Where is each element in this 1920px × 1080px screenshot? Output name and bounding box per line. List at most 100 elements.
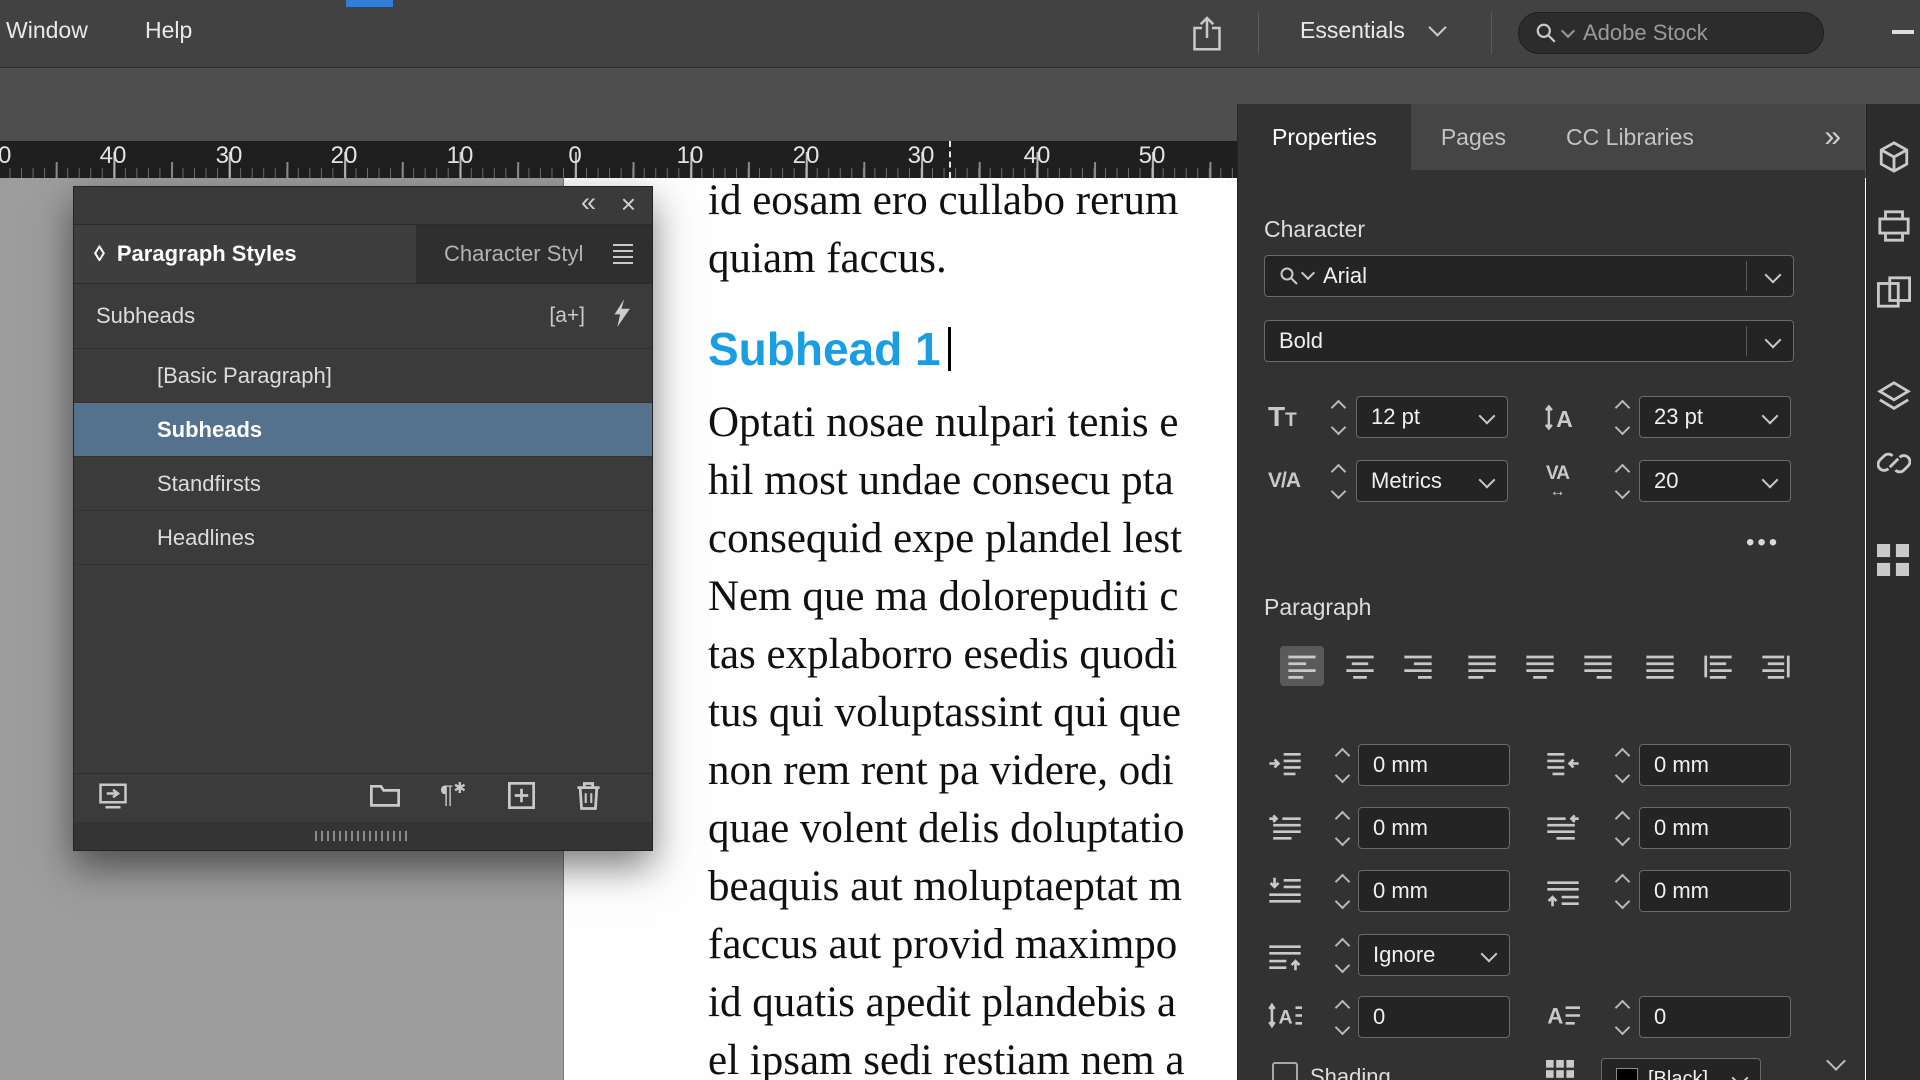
publish-icon[interactable] [1877, 140, 1911, 179]
font-size-stepper[interactable] [1326, 396, 1350, 438]
drop-cap-lines-stepper[interactable] [1330, 996, 1354, 1038]
leading-field[interactable]: 23 pt [1639, 396, 1791, 438]
space-same-style-icon [1268, 940, 1302, 972]
subhead-text[interactable]: Subhead 1 [708, 320, 1185, 378]
shading-color-select[interactable]: [Black] [1601, 1058, 1761, 1080]
drop-cap-characters-stepper[interactable] [1610, 996, 1634, 1038]
ruler-label: 10 [677, 142, 704, 170]
font-family-select[interactable]: Arial [1264, 255, 1794, 297]
swatches-panel-icon[interactable] [1877, 544, 1909, 581]
clear-overrides-icon[interactable]: ¶✱ [440, 779, 466, 810]
space-after-field[interactable]: 0 mm [1639, 870, 1791, 912]
first-line-indent-stepper[interactable] [1330, 807, 1354, 849]
tab-properties[interactable]: Properties [1238, 104, 1411, 170]
style-row-basic-paragraph[interactable]: [Basic Paragraph] [74, 349, 652, 403]
align-away-spine-button[interactable] [1754, 646, 1798, 686]
menu-help[interactable]: Help [145, 17, 192, 44]
horizontal-ruler[interactable]: 50 40 30 20 10 0 10 20 30 40 50 [0, 141, 1237, 178]
adobe-stock-search-input[interactable]: Adobe Stock [1518, 12, 1824, 54]
right-indent-stepper[interactable] [1610, 744, 1634, 786]
lightning-icon[interactable] [613, 299, 630, 333]
left-indent-stepper[interactable] [1330, 744, 1354, 786]
tab-paragraph-styles[interactable]: ◊ Paragraph Styles [74, 225, 416, 283]
workspace-switcher[interactable]: Essentials [1300, 17, 1444, 44]
more-panels-icon[interactable]: » [1824, 104, 1865, 170]
share-icon[interactable] [1192, 14, 1222, 58]
minimize-icon[interactable] [1892, 30, 1914, 34]
body-line: tas explaborro esedis quodi [708, 626, 1185, 684]
last-line-indent-stepper[interactable] [1610, 807, 1634, 849]
black-swatch [1616, 1068, 1638, 1080]
body-line: consequid expe plandel lest [708, 510, 1185, 568]
tracking-stepper[interactable] [1610, 460, 1634, 502]
style-row-headlines[interactable]: Headlines [74, 511, 652, 565]
space-before-field[interactable]: 0 mm [1358, 870, 1510, 912]
space-after-stepper[interactable] [1610, 870, 1634, 912]
scroll-down-icon[interactable] [1826, 1051, 1846, 1071]
body-line: el ipsam sedi restiam nem a [708, 1032, 1185, 1080]
ruler-label: 40 [1024, 142, 1051, 170]
left-indent-field[interactable]: 0 mm [1358, 744, 1510, 786]
tab-cc-libraries[interactable]: CC Libraries [1536, 104, 1724, 170]
create-new-style-icon[interactable] [508, 782, 535, 815]
first-line-indent-icon [1268, 813, 1302, 845]
document-text[interactable]: id eosam ero cullabo rerum quiam faccus.… [708, 172, 1185, 1080]
style-row-subheads[interactable]: Subheads [74, 403, 652, 457]
last-line-indent-icon [1546, 813, 1580, 845]
justify-last-center-button[interactable] [1518, 646, 1562, 686]
panel-resize-strip[interactable] [74, 822, 652, 850]
justify-last-right-button[interactable] [1576, 646, 1620, 686]
shading-checkbox[interactable] [1272, 1062, 1298, 1080]
body-line: tus qui voluptassint qui que [708, 684, 1185, 742]
chevron-down-icon [1765, 267, 1782, 284]
font-style-select[interactable]: Bold [1264, 320, 1794, 362]
space-same-style-stepper[interactable] [1330, 934, 1354, 976]
tracking-field[interactable]: 20 [1639, 460, 1791, 502]
first-line-indent-field[interactable]: 0 mm [1358, 807, 1510, 849]
layers-panel-icon[interactable] [1877, 380, 1911, 419]
tab-pages[interactable]: Pages [1411, 104, 1536, 170]
kerning-field[interactable]: Metrics [1356, 460, 1508, 502]
pages-panel-icon[interactable] [1877, 276, 1911, 313]
justify-last-left-button[interactable] [1460, 646, 1504, 686]
kerning-stepper[interactable] [1326, 460, 1350, 502]
style-row-standfirsts[interactable]: Standfirsts [74, 457, 652, 511]
panel-toolbar: ¶✱ [74, 773, 652, 822]
delete-style-icon[interactable] [576, 782, 601, 816]
drop-cap-characters-field[interactable]: 0 [1639, 996, 1791, 1038]
body-text: Optati nosae nulpari tenis e hil most un… [708, 394, 1185, 1080]
panel-menu-icon[interactable] [594, 225, 652, 283]
font-size-field[interactable]: 12 pt [1356, 396, 1508, 438]
more-options-icon[interactable]: ••• [1746, 529, 1780, 557]
align-left-button[interactable] [1280, 646, 1324, 686]
justify-all-button[interactable] [1638, 646, 1682, 686]
drag-handle[interactable] [315, 831, 411, 841]
menu-window[interactable]: Window [6, 17, 88, 44]
svg-text:A: A [1278, 1006, 1292, 1028]
align-right-button[interactable] [1396, 646, 1440, 686]
last-line-indent-field[interactable]: 0 mm [1639, 807, 1791, 849]
search-icon [1535, 22, 1557, 44]
space-same-style-select[interactable]: Ignore [1358, 934, 1510, 976]
chevron-down-icon [1481, 946, 1498, 963]
drop-cap-lines-field[interactable]: 0 [1358, 996, 1510, 1038]
kerning-icon: V/A [1268, 460, 1300, 502]
body-line: Nem que ma dolorepuditi c [708, 568, 1185, 626]
close-icon[interactable]: × [621, 189, 636, 220]
add-style-icon[interactable]: [a+] [549, 304, 585, 328]
align-towards-spine-button[interactable] [1696, 646, 1740, 686]
tab-character-styles[interactable]: Character Styl [416, 225, 594, 283]
links-panel-icon[interactable] [1877, 446, 1911, 485]
style-group-icon[interactable] [98, 782, 128, 816]
printer-icon[interactable] [1877, 210, 1911, 247]
indesign-window: id eosam ero cullabo rerum quiam faccus.… [0, 0, 1920, 1080]
align-center-button[interactable] [1338, 646, 1382, 686]
space-before-stepper[interactable] [1330, 870, 1354, 912]
paragraph-line: quiam faccus. [708, 230, 1185, 288]
panel-titlebar[interactable]: « × [74, 187, 652, 225]
leading-stepper[interactable] [1610, 396, 1634, 438]
folder-icon[interactable] [370, 782, 400, 813]
ruler-label: 20 [793, 142, 820, 170]
collapse-panel-icon[interactable]: « [581, 187, 596, 218]
right-indent-field[interactable]: 0 mm [1639, 744, 1791, 786]
